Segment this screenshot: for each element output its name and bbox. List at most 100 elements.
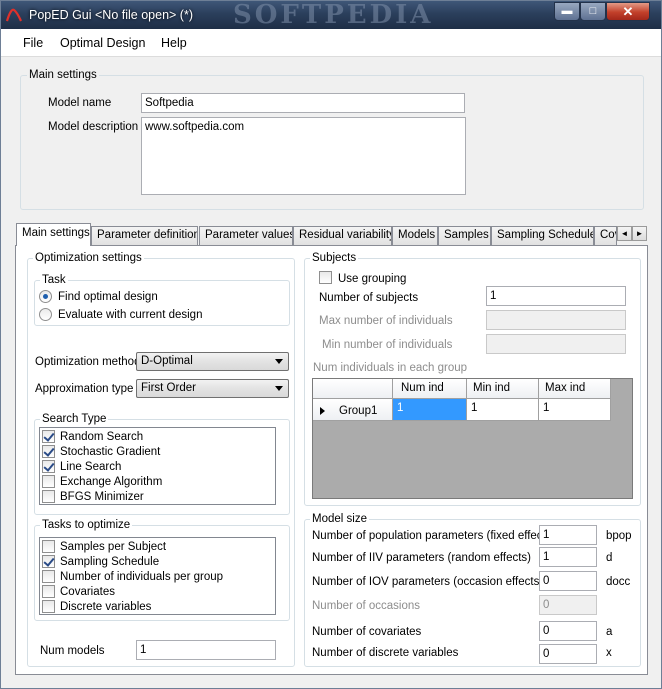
grid-cell-max-ind[interactable]: 1 bbox=[539, 399, 611, 421]
menu-bar: File Optimal Design Help bbox=[1, 29, 661, 57]
stochastic-gradient-checkbox[interactable] bbox=[42, 445, 55, 458]
row-pointer-icon bbox=[320, 407, 325, 415]
model-description-label: Model description bbox=[48, 121, 139, 133]
minimize-button[interactable]: ▬ bbox=[554, 2, 580, 21]
model-description-input[interactable]: www.softpedia.com bbox=[141, 117, 466, 195]
exchange-algorithm-checkbox[interactable] bbox=[42, 475, 55, 488]
use-grouping-checkbox[interactable] bbox=[319, 271, 332, 284]
watermark: SOFTPEDIA bbox=[233, 0, 434, 30]
close-button[interactable]: ✕ bbox=[606, 2, 650, 21]
random-search-checkbox[interactable] bbox=[42, 430, 55, 443]
evaluate-current-radio[interactable] bbox=[39, 308, 52, 321]
bfgs-minimizer-checkbox[interactable] bbox=[42, 490, 55, 503]
tab-sampling-schedule[interactable]: Sampling Schedule bbox=[491, 226, 594, 245]
iov-params-label: Number of IOV parameters (occasion effec… bbox=[312, 576, 544, 588]
num-models-input[interactable]: 1 bbox=[136, 640, 276, 660]
group-title: Search Type bbox=[40, 412, 109, 426]
tab-models[interactable]: Models bbox=[392, 226, 438, 245]
tab-parameter-definitions[interactable]: Parameter definitions bbox=[91, 226, 198, 245]
grid-header-num-ind[interactable]: Num ind bbox=[393, 379, 467, 399]
samples-per-subject-checkbox[interactable] bbox=[42, 540, 55, 553]
group-title: Main settings bbox=[27, 68, 99, 82]
max-individuals-label: Max number of individuals bbox=[319, 315, 453, 327]
line-search-checkbox[interactable] bbox=[42, 460, 55, 473]
individuals-per-group-checkbox[interactable] bbox=[42, 570, 55, 583]
group-title: Optimization settings bbox=[33, 251, 144, 265]
optimization-method-value: D-Optimal bbox=[141, 355, 193, 367]
iov-params-unit: docc bbox=[606, 576, 631, 588]
grid-header-min-ind[interactable]: Min ind bbox=[467, 379, 539, 399]
discrete-count-unit: x bbox=[606, 647, 612, 659]
group-title: Task bbox=[40, 273, 68, 287]
menu-help[interactable]: Help bbox=[161, 36, 187, 50]
max-individuals-input[interactable] bbox=[486, 310, 626, 330]
bfgs-minimizer-label: BFGS Minimizer bbox=[60, 491, 144, 503]
population-params-input[interactable]: 1 bbox=[539, 525, 597, 545]
tab-main-settings[interactable]: Main settings bbox=[16, 223, 91, 246]
iiv-params-input[interactable]: 1 bbox=[539, 547, 597, 567]
samples-per-subject-label: Samples per Subject bbox=[60, 541, 167, 553]
menu-file[interactable]: File bbox=[23, 36, 43, 50]
random-search-label: Random Search bbox=[60, 431, 144, 443]
min-individuals-label: Min number of individuals bbox=[322, 339, 453, 351]
tab-samples[interactable]: Samples bbox=[438, 226, 491, 245]
individuals-grid: Num ind Min ind Max ind Group1 1 1 1 bbox=[312, 378, 633, 499]
grid-header-max-ind[interactable]: Max ind bbox=[539, 379, 611, 399]
grid-corner bbox=[313, 379, 393, 399]
exchange-algorithm-label: Exchange Algorithm bbox=[60, 476, 163, 488]
discrete-count-input[interactable]: 0 bbox=[539, 644, 597, 664]
model-name-input[interactable]: Softpedia bbox=[141, 93, 465, 113]
individuals-per-group-label: Number of individuals per group bbox=[60, 571, 224, 583]
window-title: PopED Gui <No file open> (*) bbox=[29, 8, 193, 22]
covariates-count-unit: a bbox=[606, 626, 613, 638]
sampling-schedule-checkbox[interactable] bbox=[42, 555, 55, 568]
discrete-variables-checkbox[interactable] bbox=[42, 600, 55, 613]
population-params-unit: bpop bbox=[606, 530, 632, 542]
maximize-button[interactable]: □ bbox=[580, 2, 606, 21]
group-title: Tasks to optimize bbox=[40, 518, 133, 532]
title-bar[interactable]: SOFTPEDIA PopED Gui <No file open> (*) ▬… bbox=[1, 0, 661, 30]
menu-optimal-design[interactable]: Optimal Design bbox=[60, 36, 145, 50]
approximation-type-select[interactable]: First Order bbox=[136, 379, 289, 398]
covariates-count-label: Number of covariates bbox=[312, 626, 422, 638]
population-params-label: Number of population parameters (fixed e… bbox=[312, 530, 556, 542]
poped-logo-icon bbox=[6, 8, 22, 22]
find-optimal-radio[interactable] bbox=[39, 290, 52, 303]
sampling-schedule-label: Sampling Schedule bbox=[60, 556, 160, 568]
tab-cov[interactable]: Cov bbox=[594, 226, 617, 245]
min-individuals-input[interactable] bbox=[486, 334, 626, 354]
group-title: Model size bbox=[310, 512, 369, 526]
approximation-type-label: Approximation type bbox=[35, 383, 134, 395]
tab-parameter-values[interactable]: Parameter values bbox=[199, 226, 293, 245]
discrete-variables-label: Discrete variables bbox=[60, 601, 152, 613]
chevron-down-icon bbox=[275, 386, 283, 391]
optimization-method-select[interactable]: D-Optimal bbox=[136, 352, 289, 371]
grid-cell-num-ind[interactable]: 1 bbox=[393, 399, 467, 421]
approximation-type-value: First Order bbox=[141, 382, 196, 394]
tab-scroll-left-icon[interactable]: ◄ bbox=[617, 226, 632, 241]
individuals-grid-label: Num individuals in each group bbox=[313, 362, 468, 374]
app-window: SOFTPEDIA PopED Gui <No file open> (*) ▬… bbox=[0, 0, 662, 689]
tab-scroll-right-icon[interactable]: ► bbox=[632, 226, 647, 241]
stochastic-gradient-label: Stochastic Gradient bbox=[60, 446, 161, 458]
iiv-params-unit: d bbox=[606, 552, 613, 564]
grid-cell-min-ind[interactable]: 1 bbox=[467, 399, 539, 421]
num-models-label: Num models bbox=[40, 645, 105, 657]
covariates-count-input[interactable]: 0 bbox=[539, 621, 597, 641]
find-optimal-label: Find optimal design bbox=[58, 291, 158, 303]
covariates-checkbox[interactable] bbox=[42, 585, 55, 598]
tab-residual-variability[interactable]: Residual variability bbox=[293, 226, 392, 245]
number-of-subjects-label: Number of subjects bbox=[319, 292, 419, 304]
iov-params-input[interactable]: 0 bbox=[539, 571, 597, 591]
optimization-method-label: Optimization method bbox=[35, 356, 141, 368]
occasions-label: Number of occasions bbox=[312, 600, 421, 612]
number-of-subjects-input[interactable]: 1 bbox=[486, 286, 626, 306]
group-title: Subjects bbox=[310, 251, 359, 265]
chevron-down-icon bbox=[275, 359, 283, 364]
grid-row-header[interactable]: Group1 bbox=[313, 399, 393, 421]
use-grouping-label: Use grouping bbox=[338, 273, 407, 285]
line-search-label: Line Search bbox=[60, 461, 122, 473]
model-name-label: Model name bbox=[48, 97, 112, 109]
covariates-label: Covariates bbox=[60, 586, 115, 598]
occasions-input[interactable]: 0 bbox=[539, 595, 597, 615]
